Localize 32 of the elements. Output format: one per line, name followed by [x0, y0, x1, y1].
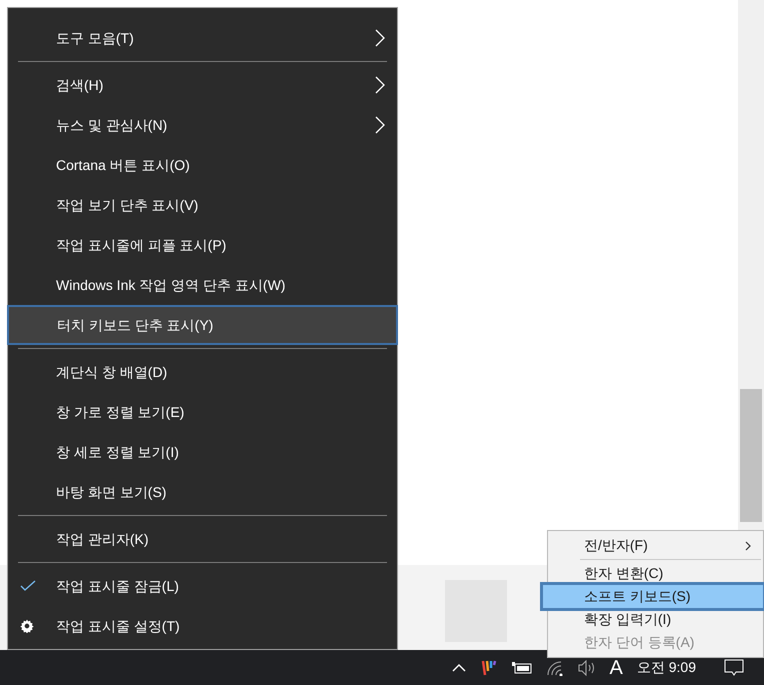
menu-item[interactable]: 뉴스 및 관심사(N) [8, 105, 397, 145]
menu-item[interactable]: 바탕 화면 보기(S) [8, 472, 397, 512]
wifi-icon[interactable] [546, 660, 564, 676]
notification-icon[interactable] [724, 658, 744, 676]
chevron-right-icon [375, 116, 385, 134]
chevron-right-icon [745, 540, 751, 550]
menu-item[interactable]: 창 세로 정렬 보기(I) [8, 432, 397, 472]
menu-item[interactable]: 창 가로 정렬 보기(E) [8, 392, 397, 432]
app-icon[interactable] [480, 658, 498, 676]
menu-item[interactable]: 한자 변환(C) [548, 562, 763, 585]
menu-item[interactable]: 작업 관리자(K) [8, 519, 397, 559]
menu-item[interactable]: 작업 표시줄 잠금(L) [8, 566, 397, 606]
menu-item[interactable]: 전/반자(F) [548, 534, 763, 557]
chevron-right-icon [375, 29, 385, 47]
menu-item[interactable]: 터치 키보드 단추 표시(Y) [7, 305, 398, 345]
scrollbar-thumb[interactable] [740, 389, 762, 522]
menu-item[interactable]: 확장 입력기(I) [548, 608, 763, 631]
caret-up-icon[interactable] [452, 664, 466, 672]
menu-item[interactable]: 검색(H) [8, 65, 397, 105]
speaker-icon[interactable] [578, 660, 596, 676]
settings-icon [20, 619, 34, 633]
menu-item[interactable]: 작업 표시줄 설정(T) [8, 606, 397, 646]
menu-item[interactable]: 작업 표시줄에 피플 표시(P) [8, 225, 397, 265]
menu-item[interactable]: 도구 모음(T) [8, 18, 397, 58]
menu-item[interactable]: Windows Ink 작업 영역 단추 표시(W) [8, 265, 397, 305]
chevron-right-icon [375, 76, 385, 94]
battery-icon[interactable] [512, 662, 532, 674]
menu-item[interactable]: 소프트 키보드(S) [543, 585, 763, 608]
menu-item[interactable]: 계단식 창 배열(D) [8, 352, 397, 392]
clock[interactable]: 오전 9:09 [636, 657, 696, 678]
menu-item[interactable]: 작업 보기 단추 표시(V) [8, 185, 397, 225]
menu-item[interactable]: Cortana 버튼 표시(O) [8, 145, 397, 185]
